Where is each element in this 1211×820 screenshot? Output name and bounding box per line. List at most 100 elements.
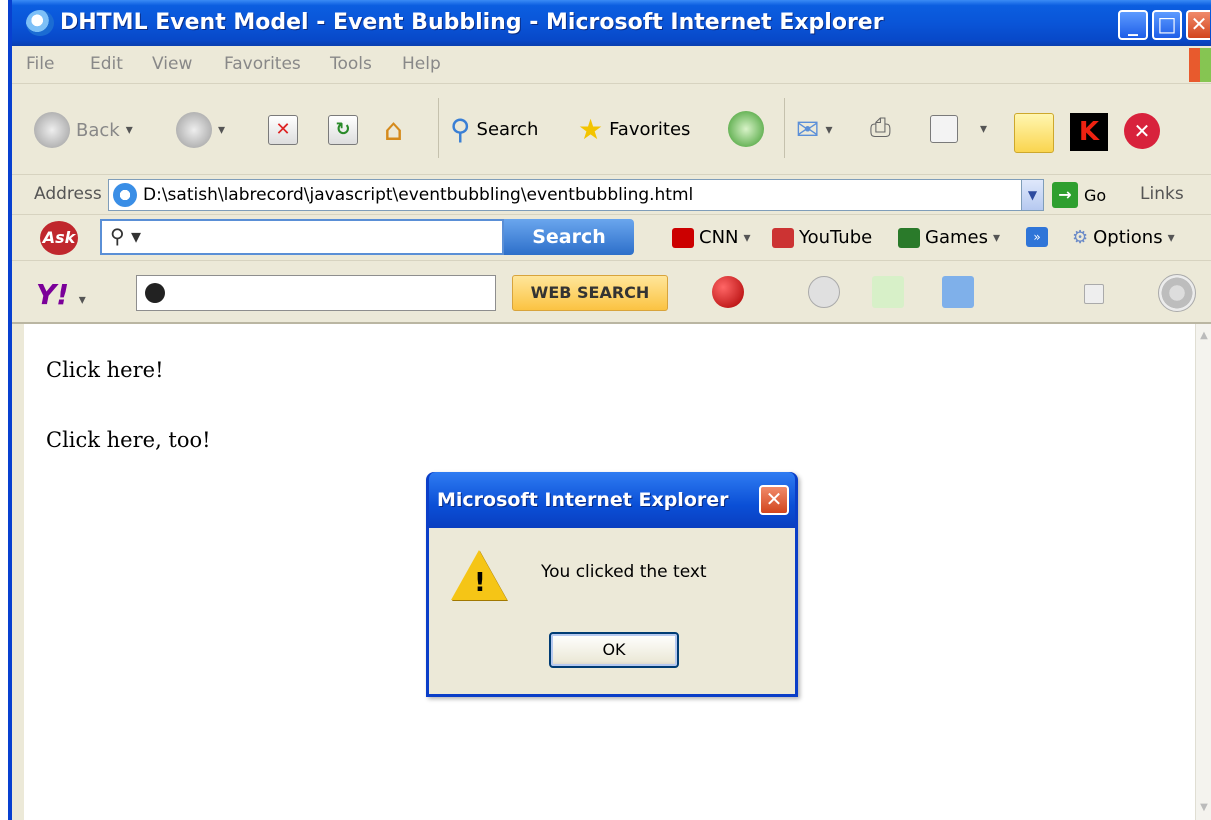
star-icon: ★	[578, 113, 604, 146]
maximize-button[interactable]: □	[1152, 10, 1182, 40]
youtube-icon	[772, 227, 794, 248]
yahoo-search-input[interactable]	[136, 275, 496, 311]
mail-button[interactable]: ✉ ▾	[796, 113, 833, 146]
sign-icon[interactable]	[808, 276, 840, 308]
stop-icon: ✕	[268, 115, 298, 145]
web-search-button[interactable]: WEB SEARCH	[512, 275, 668, 311]
back-button[interactable]: Back ▾	[34, 112, 133, 148]
ask-search-input[interactable]: ⚲ ▾	[100, 219, 504, 255]
dropdown-arrow-icon: ▾	[125, 122, 133, 138]
go-arrow-icon: →	[1052, 182, 1078, 208]
youtube-label: YouTube	[799, 227, 873, 248]
ask-search-button[interactable]: Search	[504, 219, 634, 255]
dropdown-arrow-icon: ▾	[1167, 229, 1175, 246]
block-icon: ✕	[1124, 113, 1160, 149]
kaspersky-icon: K	[1070, 113, 1108, 151]
standard-toolbar: Back ▾ ▾ ✕ ↻ ⌂ ⚲ Search ★ Favorites ✉ ▾	[12, 85, 1211, 175]
cnn-label: CNN	[699, 227, 739, 248]
cnn-button[interactable]: CNN ▾	[672, 227, 751, 248]
minimize-button[interactable]: _	[1118, 10, 1148, 40]
forward-button[interactable]: ▾	[176, 112, 225, 148]
yahoo-toolbar: Y! ▾ WEB SEARCH	[12, 262, 1211, 324]
print-icon: ⎙	[870, 113, 891, 143]
stop-button[interactable]: ✕	[268, 115, 298, 145]
menu-tools[interactable]: Tools	[330, 54, 372, 74]
close-button[interactable]: ✕	[1186, 10, 1210, 40]
menu-edit[interactable]: Edit	[90, 54, 123, 74]
cricket-ball-icon[interactable]	[712, 276, 744, 308]
cnn-icon	[672, 227, 694, 248]
menu-favorites[interactable]: Favorites	[224, 54, 301, 74]
vertical-scrollbar[interactable]: ▲ ▼	[1195, 324, 1211, 820]
refresh-icon: ↻	[328, 115, 358, 145]
scroll-up-icon[interactable]: ▲	[1196, 324, 1211, 348]
search-button[interactable]: ⚲ Search	[450, 113, 538, 146]
browser-window: DHTML Event Model - Event Bubbling - Mic…	[8, 0, 1211, 820]
menu-view[interactable]: View	[152, 54, 192, 74]
click-here-text[interactable]: Click here!	[46, 358, 164, 382]
menu-help[interactable]: Help	[402, 54, 441, 74]
dropdown-arrow-icon: ▾	[218, 122, 226, 138]
chevron-down-icon[interactable]: ▼	[1021, 180, 1043, 210]
search-icon	[145, 283, 165, 303]
games-label: Games	[925, 227, 988, 248]
mail-icon[interactable]	[942, 276, 974, 308]
menu-file[interactable]: File	[26, 54, 54, 74]
page-icon	[113, 183, 137, 207]
dropdown-arrow-icon: ▾	[743, 229, 751, 246]
address-bar: Address D:\satish\labrecord\javascript\e…	[12, 175, 1211, 215]
search-label: Search	[476, 119, 539, 140]
menu-bar: File Edit View Favorites Tools Help	[12, 46, 1211, 84]
dialog-title-bar[interactable]: Microsoft Internet Explorer ✕	[429, 472, 795, 528]
kaspersky-button[interactable]: K	[1070, 113, 1108, 151]
dialog-message: You clicked the text	[541, 562, 707, 582]
edit-button[interactable]: ▾	[930, 115, 987, 143]
search-icon: ⚲ ▾	[110, 224, 142, 248]
links-button[interactable]: Links	[1140, 184, 1184, 204]
games-button[interactable]: Games ▾	[898, 227, 1000, 248]
ask-toolbar: Ask ⚲ ▾ Search CNN ▾ YouTube Games ▾ » ⚙…	[12, 215, 1211, 261]
address-url: D:\satish\labrecord\javascript\eventbubb…	[143, 185, 694, 205]
separator	[438, 98, 439, 158]
go-button[interactable]: → Go	[1052, 182, 1106, 208]
back-label: Back	[76, 119, 120, 141]
dropdown-arrow-icon: ▾	[992, 229, 1000, 246]
double-chevron-icon: »	[1026, 227, 1048, 247]
favorites-label: Favorites	[609, 119, 691, 140]
options-button[interactable]: ⚙ Options ▾	[1072, 227, 1175, 248]
home-button[interactable]: ⌂	[384, 113, 403, 148]
dropdown-arrow-icon: ▾	[980, 121, 988, 137]
history-button[interactable]	[728, 111, 764, 147]
ie-logo-icon	[26, 10, 54, 36]
separator	[784, 98, 785, 158]
yahoo-logo-text: Y!	[36, 278, 70, 311]
print-button[interactable]: ⎙	[870, 113, 891, 144]
block-button[interactable]: ✕	[1124, 113, 1160, 149]
address-input[interactable]: D:\satish\labrecord\javascript\eventbubb…	[108, 179, 1044, 211]
scroll-down-icon[interactable]: ▼	[1196, 796, 1211, 820]
dialog-title: Microsoft Internet Explorer	[437, 489, 729, 511]
refresh-button[interactable]: ↻	[328, 115, 358, 145]
notes-button[interactable]	[1014, 113, 1054, 153]
more-button[interactable]: »	[1026, 227, 1048, 247]
double-chevron-icon[interactable]	[1084, 284, 1104, 304]
dropdown-arrow-icon: ▾	[825, 121, 833, 138]
ok-button[interactable]: OK	[549, 632, 679, 668]
title-bar[interactable]: DHTML Event Model - Event Bubbling - Mic…	[12, 0, 1211, 46]
home-icon: ⌂	[384, 113, 404, 148]
options-label: Options	[1093, 227, 1163, 248]
windows-flag-icon	[1189, 48, 1211, 82]
favorites-button[interactable]: ★ Favorites	[578, 113, 690, 146]
search-icon: ⚲	[450, 113, 471, 146]
click-here-too-text[interactable]: Click here, too!	[46, 428, 211, 452]
window-title: DHTML Event Model - Event Bubbling - Mic…	[60, 10, 884, 35]
ask-logo[interactable]: Ask	[40, 221, 78, 255]
dialog-close-button[interactable]: ✕	[759, 485, 789, 515]
bookmark-add-icon[interactable]	[872, 276, 904, 308]
gear-icon[interactable]	[1158, 274, 1196, 312]
yahoo-logo[interactable]: Y! ▾	[36, 278, 86, 311]
alert-dialog: Microsoft Internet Explorer ✕ ! You clic…	[426, 472, 798, 697]
address-label: Address	[34, 184, 102, 204]
youtube-button[interactable]: YouTube	[772, 227, 872, 248]
forward-arrow-icon	[176, 112, 212, 148]
